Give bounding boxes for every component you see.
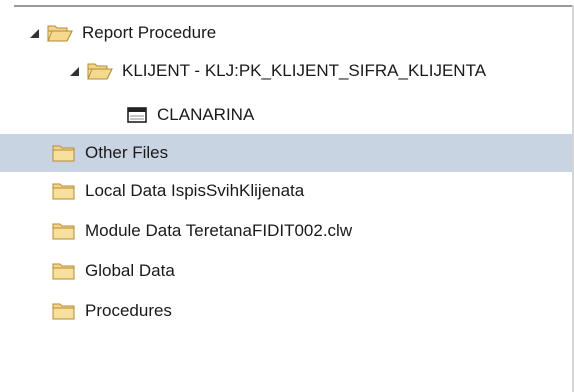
tree-node-global-data[interactable]: Global Data — [0, 252, 572, 290]
tree-top-border — [14, 5, 574, 7]
tree-node-label: KLIJENT - KLJ:PK_KLIJENT_SIFRA_KLIJENTA — [122, 61, 487, 80]
tree-node-label: Local Data IspisSvihKlijenata — [85, 181, 305, 200]
tree-node-label: Procedures — [85, 301, 172, 320]
expanded-triangle-icon[interactable] — [70, 66, 79, 76]
tree-node-klijent[interactable]: KLIJENT - KLJ:PK_KLIJENT_SIFRA_KLIJENTA — [0, 52, 572, 90]
tree-node-report-procedure[interactable]: Report Procedure — [0, 14, 572, 52]
tree-view: Report Procedure KLIJENT - KLJ:PK_KLIJEN… — [0, 0, 574, 392]
folder-icon — [52, 301, 76, 321]
open-folder-icon — [87, 61, 113, 81]
tree-node-label: Module Data TeretanaFIDIT002.clw — [85, 221, 353, 240]
tree-node-label: Report Procedure — [82, 23, 217, 42]
expanded-triangle-icon[interactable] — [30, 28, 39, 38]
folder-icon — [52, 261, 76, 281]
folder-icon — [52, 181, 76, 201]
tree-node-label: CLANARINA — [157, 105, 255, 124]
folder-icon — [52, 143, 76, 163]
tree-node-local-data[interactable]: Local Data IspisSvihKlijenata — [0, 172, 572, 210]
tree-node-module-data[interactable]: Module Data TeretanaFIDIT002.clw — [0, 212, 572, 250]
table-icon — [126, 106, 148, 124]
tree-node-other-files[interactable]: Other Files — [0, 134, 572, 172]
folder-icon — [52, 221, 76, 241]
tree-node-procedures[interactable]: Procedures — [0, 292, 572, 330]
tree-node-label: Other Files — [85, 143, 169, 162]
tree-node-label: Global Data — [85, 261, 175, 280]
tree-node-clanarina[interactable]: CLANARINA — [0, 96, 572, 134]
open-folder-icon — [47, 23, 73, 43]
